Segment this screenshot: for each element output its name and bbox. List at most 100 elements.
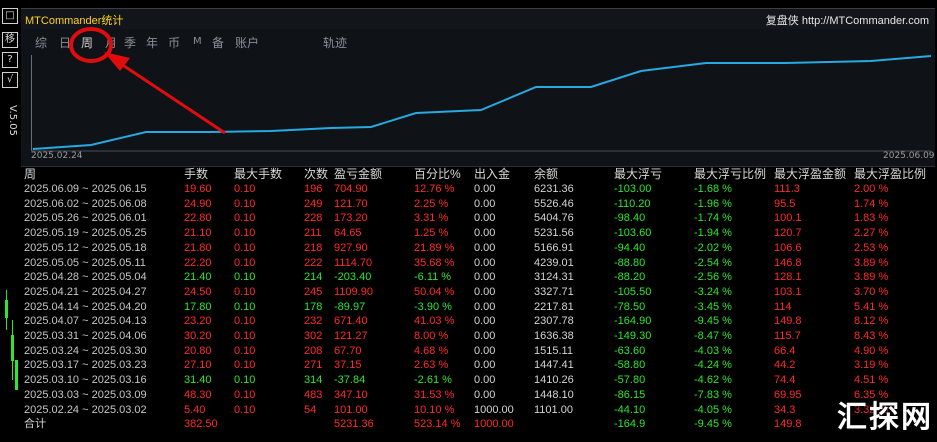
row-balance: 5231.56 <box>534 227 574 240</box>
col-max-float-loss-ratio: 最大浮亏比例 <box>694 167 767 181</box>
row-deposit: 0.00 <box>474 315 496 328</box>
row-max-float-loss: -44.10 <box>614 403 646 416</box>
row-count: 178 <box>304 300 323 313</box>
tab-account[interactable]: 账户 <box>235 34 259 51</box>
row-pnl: 671.40 <box>334 315 368 328</box>
footer-max-float-loss-ratio: -9.45 % <box>694 418 732 430</box>
row-max-float-loss: -98.40 <box>614 212 646 225</box>
footer-max-float-profit: 149.8 <box>774 418 802 430</box>
row-week: 2025.04.21 ~ 2025.04.27 <box>24 285 147 298</box>
row-max-float-profit: 103.1 <box>774 285 802 298</box>
row-pnl: 101.00 <box>334 403 368 416</box>
col-max-float-loss: 最大浮亏 <box>614 167 663 181</box>
move-button[interactable]: 移 <box>2 32 18 48</box>
row-week: 2025.05.05 ~ 2025.05.11 <box>24 256 146 269</box>
table-row: 2025.06.09 ~ 2025.06.15 19.60 0.10 196 704.9… <box>21 182 935 197</box>
row-deposit: 0.00 <box>474 344 496 357</box>
row-max-float-loss: -105.50 <box>614 285 652 298</box>
window-icon[interactable]: □ <box>2 8 18 24</box>
row-week: 2025.03.17 ~ 2025.03.23 <box>24 359 147 372</box>
row-count: 218 <box>304 241 323 254</box>
row-max-float-loss-ratio: -4.24 % <box>694 359 732 372</box>
watermark: 汇探网 <box>837 400 933 435</box>
row-lots: 19.60 <box>184 183 212 195</box>
row-deposit: 0.00 <box>474 271 496 284</box>
table-row: 2025.04.14 ~ 2025.04.20 17.80 0.10 178 -89.9… <box>21 300 935 315</box>
candle <box>15 360 18 390</box>
row-week: 2025.03.03 ~ 2025.03.09 <box>24 388 147 401</box>
table-row: 2025.05.26 ~ 2025.06.01 22.80 0.10 228 173.2… <box>21 211 935 226</box>
row-max-float-profit: 66.4 <box>774 344 796 357</box>
row-balance: 1636.38 <box>534 330 574 342</box>
tab-month[interactable]: 月 <box>105 34 117 51</box>
row-count: 249 <box>304 197 323 210</box>
row-max-float-loss: -78.50 <box>614 300 646 313</box>
tab-summary[interactable]: 综 <box>35 34 47 51</box>
row-percent: 2.63 % <box>414 359 449 372</box>
row-deposit: 0.00 <box>474 183 496 195</box>
row-deposit: 0.00 <box>474 330 496 342</box>
row-max-float-profit: 146.8 <box>774 256 802 269</box>
row-count: 271 <box>304 359 323 372</box>
row-balance: 3327.71 <box>534 285 574 298</box>
row-count: 214 <box>304 271 323 284</box>
row-balance: 1101.00 <box>534 403 573 416</box>
row-max-float-loss: -164.90 <box>614 315 652 328</box>
row-max-lots: 0.10 <box>234 183 256 195</box>
table-row: 2025.03.03 ~ 2025.03.09 48.30 0.10 483 347.1… <box>21 388 935 403</box>
table-row: 2025.06.02 ~ 2025.06.08 24.90 0.10 249 121.7… <box>21 197 935 212</box>
col-max-float-profit-ratio: 最大浮盈比例 <box>854 167 927 181</box>
row-lots: 22.20 <box>184 256 212 269</box>
row-week: 2025.06.02 ~ 2025.06.08 <box>24 197 147 210</box>
row-deposit: 0.00 <box>474 300 496 313</box>
row-max-float-profit: 120.7 <box>774 227 802 240</box>
row-max-float-profit: 95.5 <box>774 197 796 210</box>
tab-week[interactable]: 周 <box>81 34 93 51</box>
row-balance: 1515.11 <box>534 344 573 357</box>
tab-currency[interactable]: 币 <box>168 34 180 51</box>
chart-end-date: 2025.06.09 <box>883 151 935 161</box>
row-deposit: 0.00 <box>474 256 496 269</box>
table-row: 2025.03.24 ~ 2025.03.30 20.80 0.10 208 67.70… <box>21 344 935 359</box>
col-max-lots: 最大手数 <box>234 167 283 181</box>
tab-day[interactable]: 日 <box>59 34 71 51</box>
row-lots: 5.40 <box>184 403 206 416</box>
brand-label: 复盘侠 <box>765 15 799 27</box>
row-max-lots: 0.10 <box>234 197 256 210</box>
row-max-float-profit: 115.7 <box>774 330 801 342</box>
row-count: 302 <box>304 330 323 342</box>
row-pnl: 347.10 <box>334 388 368 401</box>
tab-backup[interactable]: 备 <box>212 34 224 51</box>
row-max-float-loss-ratio: -9.45 % <box>694 315 732 328</box>
row-deposit: 0.00 <box>474 285 496 298</box>
row-max-float-profit-ratio: 5.41 % <box>854 300 889 313</box>
col-pnl: 盈亏金额 <box>334 167 383 181</box>
row-lots: 21.80 <box>184 241 212 254</box>
row-max-float-loss-ratio: -2.56 % <box>694 271 732 284</box>
row-pnl: -203.40 <box>334 271 372 284</box>
row-lots: 48.30 <box>184 388 212 401</box>
tab-year[interactable]: 年 <box>146 34 158 51</box>
row-max-float-loss: -63.60 <box>614 344 646 357</box>
row-percent: 4.68 % <box>414 344 449 357</box>
table-row: 2025.04.28 ~ 2025.05.04 21.40 0.10 214 -203.… <box>21 270 935 285</box>
check-button[interactable]: √ <box>2 72 18 88</box>
row-max-float-profit-ratio: 3.89 % <box>854 256 889 269</box>
row-max-float-profit-ratio: 8.12 % <box>854 315 889 328</box>
brand-link[interactable]: 复盘侠 http://MTCommander.com <box>766 12 929 28</box>
tab-quarter[interactable]: 季 <box>124 34 136 51</box>
row-max-float-profit-ratio: 2.00 % <box>854 183 889 195</box>
row-max-float-profit: 34.3 <box>774 403 796 416</box>
row-max-float-profit-ratio: 3.89 % <box>854 271 889 284</box>
table-row: 2025.04.21 ~ 2025.04.27 24.50 0.10 245 1109.… <box>21 285 935 300</box>
tab-trajectory[interactable]: 轨迹 <box>323 34 347 51</box>
col-count: 次数 <box>304 167 329 181</box>
row-percent: 41.03 % <box>414 315 455 328</box>
table-header: 周 手数 最大手数 次数 盈亏金额 百分比% 出入金 余额 最大浮亏 最大浮亏比… <box>21 167 935 182</box>
row-max-float-profit: 44.2 <box>774 359 796 372</box>
row-max-float-profit: 111.3 <box>774 183 800 195</box>
brand-url[interactable]: http://MTCommander.com <box>802 15 929 27</box>
tab-m[interactable]: M <box>193 36 202 47</box>
help-button[interactable]: ? <box>2 52 18 68</box>
row-deposit: 0.00 <box>474 388 496 401</box>
